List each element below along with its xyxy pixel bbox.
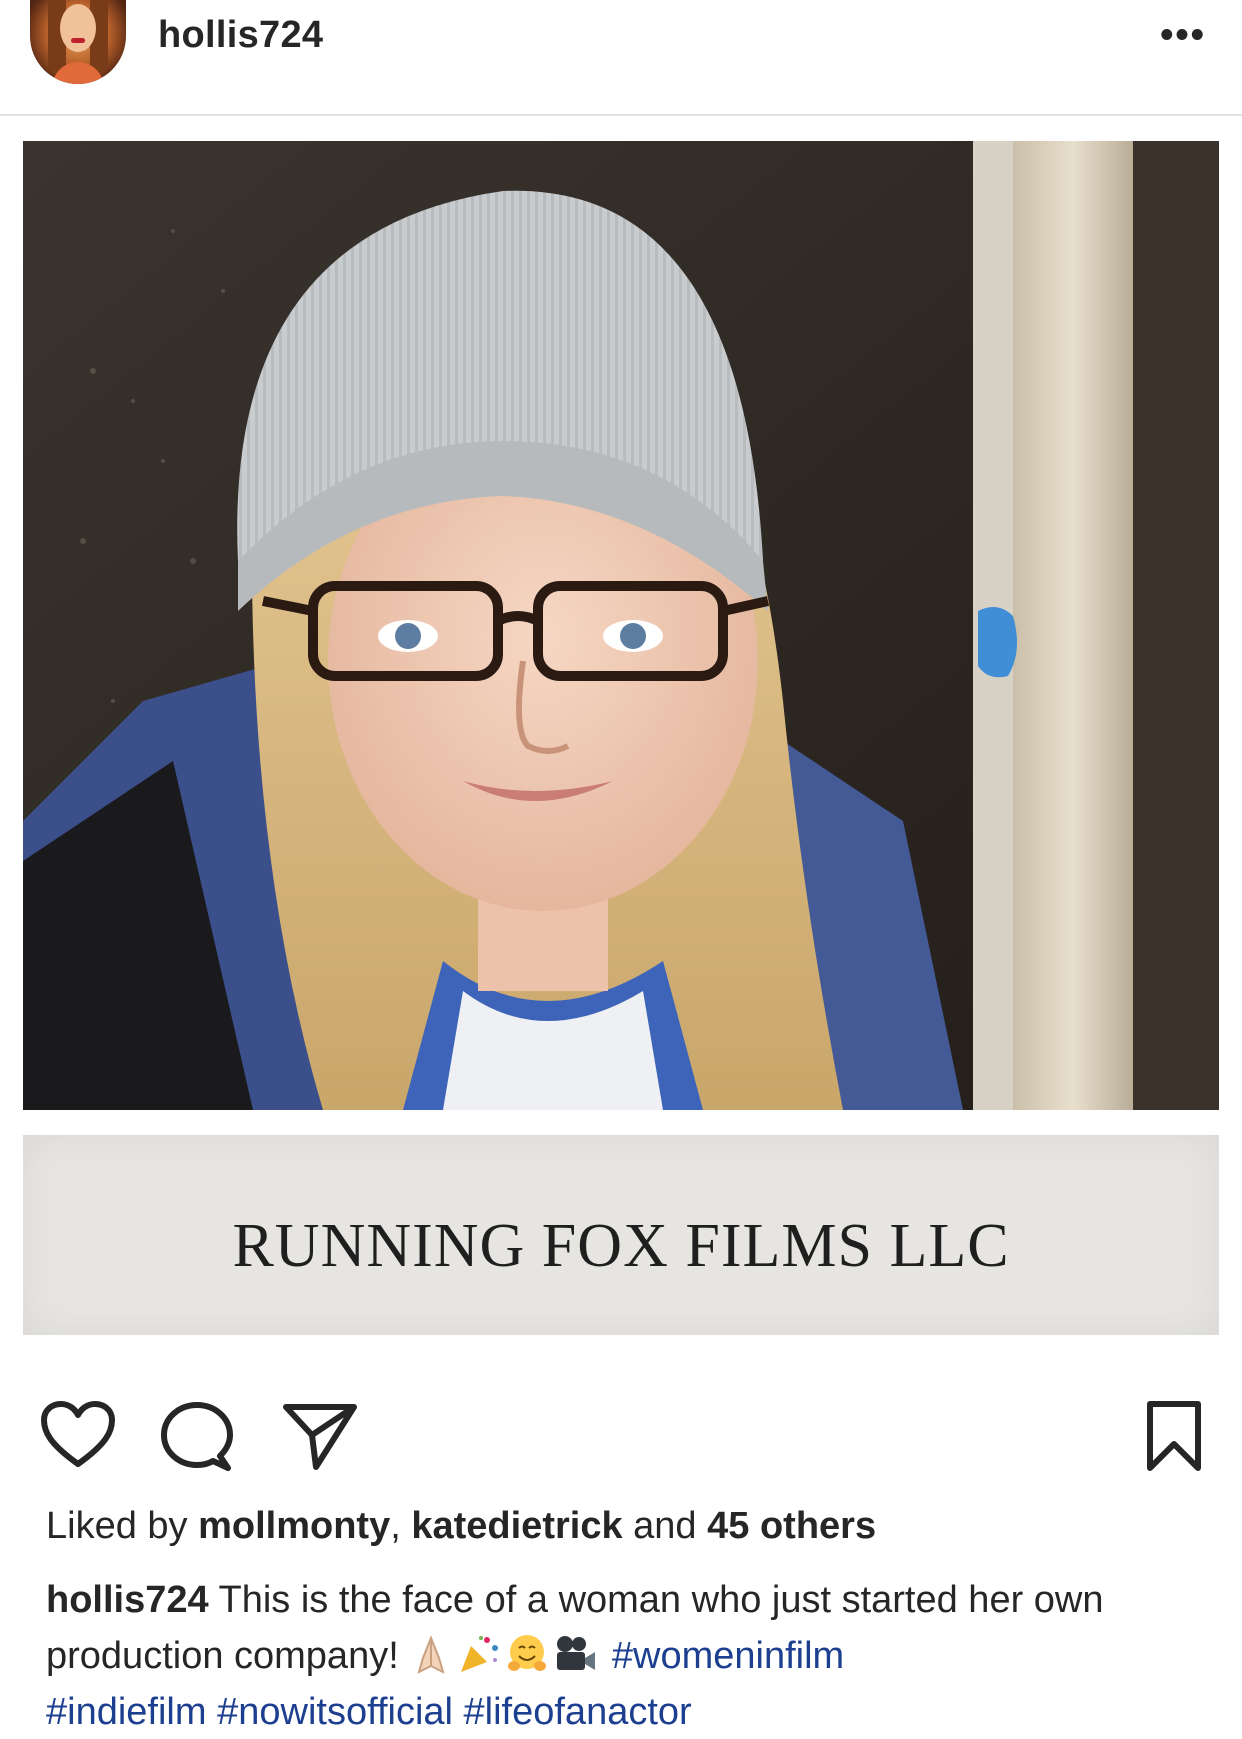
hugging-face-emoji xyxy=(505,1632,549,1676)
hashtag-nowitsofficial[interactable]: #nowitsofficial xyxy=(217,1691,453,1733)
likes-separator: , xyxy=(390,1505,401,1547)
door-shadow xyxy=(1133,141,1219,1110)
post-photo[interactable] xyxy=(23,141,1219,1110)
hashtag-lifeofanactor[interactable]: #lifeofanactor xyxy=(464,1691,692,1733)
company-name-strip: RUNNING FOX FILMS LLC xyxy=(23,1135,1219,1335)
hashtag-womeninfilm[interactable]: #womeninfilm xyxy=(612,1635,844,1677)
avatar-lips xyxy=(71,38,85,43)
more-options-icon[interactable]: ••• xyxy=(1160,14,1206,57)
liker-mollmonty[interactable]: mollmonty xyxy=(198,1505,390,1547)
avatar-face xyxy=(60,4,96,52)
post-header: hollis724 ••• xyxy=(0,0,1242,116)
caption-username[interactable]: hollis724 xyxy=(46,1579,209,1621)
company-name-text: RUNNING FOX FILMS LLC xyxy=(232,1212,1010,1280)
iris-left xyxy=(395,623,421,649)
send-icon[interactable] xyxy=(282,1401,358,1473)
comment-icon[interactable] xyxy=(160,1400,234,1474)
blue-paint-mark xyxy=(978,607,1017,678)
bookmark-icon[interactable] xyxy=(1146,1400,1202,1472)
likes-line: Liked by mollmonty, katedietrick and 45 … xyxy=(46,1505,876,1548)
action-bar xyxy=(0,1395,1242,1475)
liker-katedietrick[interactable]: katedietrick xyxy=(411,1505,622,1547)
photo-illustration xyxy=(23,141,1219,1110)
post-caption: hollis724 This is the face of a woman wh… xyxy=(46,1572,1226,1739)
folded-hands-emoji xyxy=(409,1632,453,1676)
movie-camera-emoji xyxy=(553,1632,597,1676)
avatar[interactable] xyxy=(30,0,126,84)
party-popper-emoji xyxy=(457,1632,501,1676)
heart-icon[interactable] xyxy=(40,1400,116,1470)
likes-conjunction: and xyxy=(633,1505,697,1547)
post-username[interactable]: hollis724 xyxy=(158,14,323,57)
iris-right xyxy=(620,623,646,649)
door-post xyxy=(1013,141,1133,1110)
hashtag-indiefilm[interactable]: #indiefilm xyxy=(46,1691,207,1733)
likes-others-count[interactable]: 45 others xyxy=(707,1505,876,1547)
likes-prefix: Liked by xyxy=(46,1505,188,1547)
